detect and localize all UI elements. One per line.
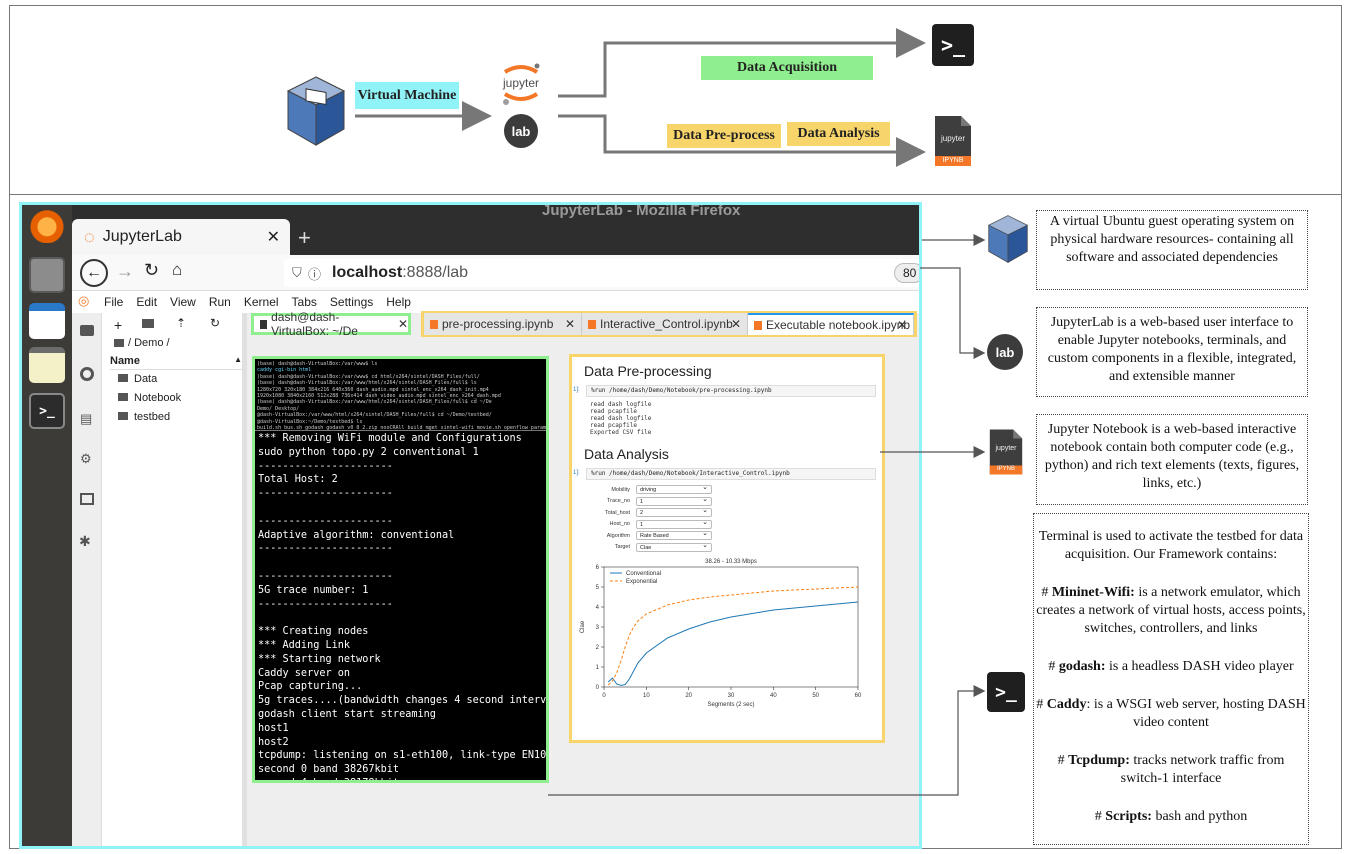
tool-item: # Scripts: bash and python bbox=[1036, 808, 1306, 826]
ipynb-file-icon: jupyter IPYNB bbox=[933, 114, 973, 168]
tool-hash: # bbox=[1041, 585, 1052, 600]
data-acquisition-label: Data Acquisition bbox=[701, 56, 873, 80]
tool-list: # Mininet-Wifi: is a network emulator, w… bbox=[1036, 584, 1306, 826]
tool-hash: # bbox=[1094, 809, 1106, 824]
data-analysis-label: Data Analysis bbox=[787, 122, 890, 146]
ipynb-small-icon: jupyter IPYNB bbox=[988, 427, 1024, 477]
tool-name: Scripts: bbox=[1105, 809, 1152, 824]
tool-text: bash and python bbox=[1151, 809, 1248, 824]
jupyterlab-logo: lab bbox=[504, 114, 538, 148]
tool-name: Caddy bbox=[1046, 697, 1087, 712]
tool-text: : is a WSGI web server, hosting DASH vid… bbox=[1086, 697, 1306, 730]
jupyter-logo: jupyter bbox=[497, 60, 545, 108]
jupyterlab-small-logo: lab bbox=[987, 334, 1023, 370]
tool-hash: # bbox=[1057, 753, 1069, 768]
tool-name: godash: bbox=[1058, 659, 1106, 674]
tool-item: # Mininet-Wifi: is a network emulator, w… bbox=[1036, 584, 1306, 638]
terminal-icon: >_ bbox=[932, 24, 974, 66]
terminal-description: Terminal is used to activate the testbed… bbox=[1033, 513, 1309, 845]
tool-item: # Tcpdump: tracks network traffic from s… bbox=[1036, 752, 1306, 788]
vm-description: A virtual Ubuntu guest operating system … bbox=[1036, 210, 1308, 290]
virtualbox-small-icon bbox=[986, 212, 1030, 266]
top-connectors bbox=[355, 28, 926, 167]
tool-hash: # bbox=[1036, 697, 1047, 712]
tool-item: # Caddy: is a WSGI web server, hosting D… bbox=[1036, 696, 1306, 732]
terminal-small-icon: >_ bbox=[987, 672, 1025, 712]
terminal-intro: Terminal is used to activate the testbed… bbox=[1038, 529, 1304, 562]
tool-text: is a headless DASH video player bbox=[1105, 659, 1294, 674]
tool-text: tracks network traffic from switch-1 int… bbox=[1120, 753, 1285, 786]
notebook-description: Jupyter Notebook is a web-based interact… bbox=[1036, 414, 1308, 505]
tool-name: Mininet-Wifi: bbox=[1051, 585, 1135, 600]
tool-name: Tcpdump: bbox=[1068, 753, 1130, 768]
jupyterlab-description: JupyterLab is a web-based user interface… bbox=[1036, 307, 1308, 397]
tool-hash: # bbox=[1048, 659, 1059, 674]
data-preprocess-label: Data Pre-process bbox=[667, 124, 781, 148]
tool-item: # godash: is a headless DASH video playe… bbox=[1036, 658, 1306, 676]
